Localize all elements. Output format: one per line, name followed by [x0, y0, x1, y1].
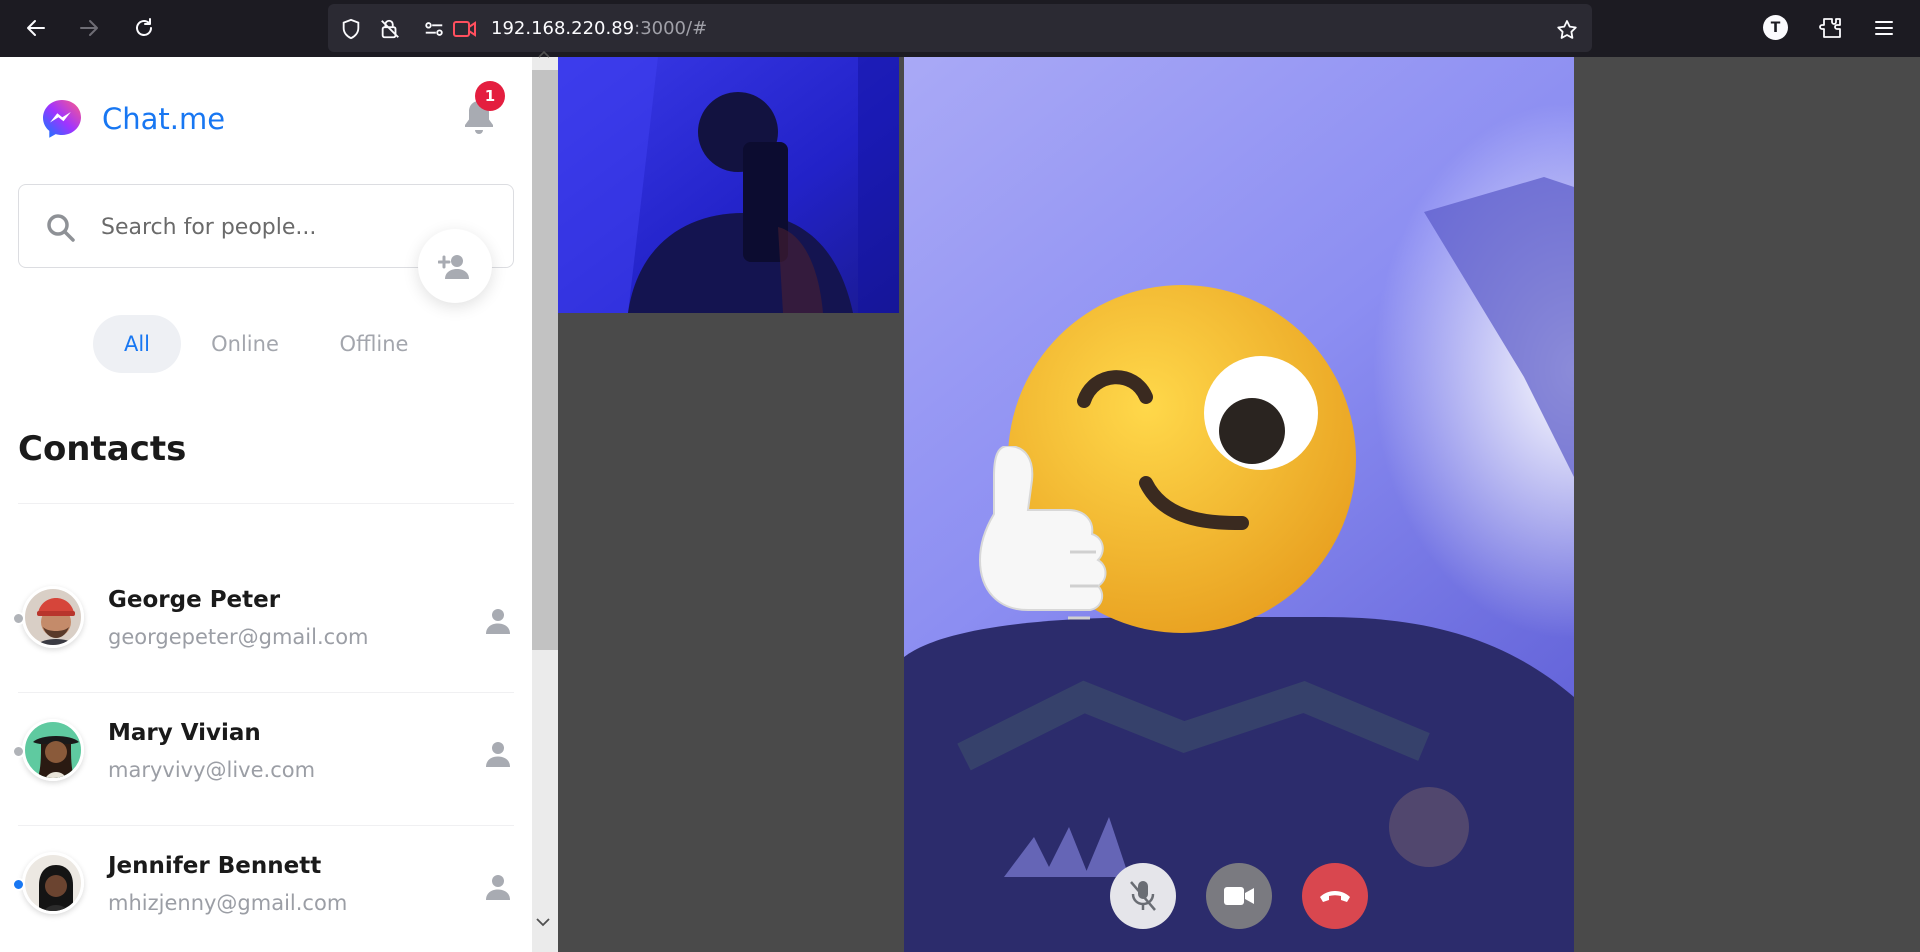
address-bar[interactable]: 192.168.220.89:3000/# — [328, 4, 1592, 52]
person-icon[interactable] — [483, 872, 513, 902]
contact-item-jennifer-bennett[interactable]: Jennifer Bennett mhizjenny@gmail.com — [0, 825, 532, 952]
insecure-lock-icon[interactable] — [378, 18, 402, 40]
url-text[interactable]: 192.168.220.89:3000/# — [491, 18, 707, 39]
scroll-up-arrow-icon[interactable] — [538, 50, 550, 58]
reload-icon — [136, 18, 152, 36]
filter-tab-online[interactable]: Online — [194, 315, 296, 373]
avatar-photo-icon — [25, 722, 81, 778]
shield-icon[interactable] — [340, 18, 362, 40]
add-contact-button[interactable] — [418, 229, 492, 303]
hamburger-menu-icon — [1875, 21, 1893, 35]
camera-in-use-icon[interactable] — [452, 18, 478, 40]
contact-email: maryvivy@live.com — [108, 758, 316, 782]
bookmark-star-icon[interactable] — [1555, 18, 1579, 42]
notification-badge[interactable]: 1 — [475, 81, 505, 111]
contacts-sidebar: Chat.me 1 All Online Offline Contacts Ge… — [0, 57, 532, 952]
contact-name: George Peter — [108, 587, 281, 613]
status-dot — [12, 745, 25, 758]
avatar-photo-icon — [25, 589, 81, 645]
contact-item-george-peter[interactable]: George Peter georgepeter@gmail.com — [0, 559, 532, 692]
thumbs-up-hand-icon — [978, 446, 1107, 620]
url-path: :3000/# — [634, 18, 708, 39]
avatar — [22, 719, 84, 781]
extensions-button[interactable] — [1815, 12, 1847, 44]
browser-toolbar: 192.168.220.89:3000/# T — [0, 0, 1920, 57]
mic-off-icon — [1130, 881, 1156, 911]
back-arrow-icon — [27, 20, 45, 36]
profile-avatar[interactable]: T — [1763, 15, 1788, 40]
local-video-feed — [558, 57, 899, 313]
divider — [18, 503, 514, 504]
forward-button[interactable] — [73, 12, 105, 44]
person-icon[interactable] — [483, 606, 513, 636]
mute-mic-button[interactable] — [1110, 863, 1176, 929]
scroll-down-arrow-icon[interactable] — [536, 917, 550, 927]
add-user-icon — [438, 255, 469, 279]
contact-name: Mary Vivian — [108, 720, 261, 746]
filter-tab-all[interactable]: All — [93, 315, 181, 373]
search-icon — [47, 214, 75, 242]
contacts-heading: Contacts — [18, 429, 187, 469]
person-icon[interactable] — [483, 739, 513, 769]
status-dot — [12, 612, 25, 625]
messenger-logo-icon — [43, 100, 81, 138]
menu-button[interactable] — [1868, 12, 1900, 44]
brand-name: Chat.me — [102, 102, 226, 136]
contact-name: Jennifer Bennett — [108, 853, 322, 879]
sidebar-scrollbar-thumb[interactable] — [532, 70, 558, 650]
url-host: 192.168.220.89 — [491, 18, 635, 39]
avatar-photo-icon — [25, 855, 81, 911]
toggle-camera-button[interactable] — [1206, 863, 1272, 929]
permissions-icon[interactable] — [422, 18, 446, 40]
phone-hangup-icon — [1320, 891, 1350, 902]
contact-email: georgepeter@gmail.com — [108, 625, 369, 649]
local-video — [558, 57, 899, 313]
search-input[interactable] — [99, 207, 429, 247]
avatar — [22, 586, 84, 648]
avatar — [22, 852, 84, 914]
contact-email: mhizjenny@gmail.com — [108, 891, 348, 915]
reload-button[interactable] — [128, 12, 160, 44]
status-dot — [12, 878, 25, 891]
filter-tab-offline[interactable]: Offline — [322, 315, 426, 373]
forward-arrow-icon — [80, 20, 98, 36]
brand[interactable]: Chat.me — [40, 97, 225, 141]
contact-item-mary-vivian[interactable]: Mary Vivian maryvivy@live.com — [0, 692, 532, 825]
end-call-button[interactable] — [1302, 863, 1368, 929]
back-button[interactable] — [20, 12, 52, 44]
video-camera-icon — [1224, 887, 1254, 905]
puzzle-piece-icon — [1819, 18, 1841, 38]
